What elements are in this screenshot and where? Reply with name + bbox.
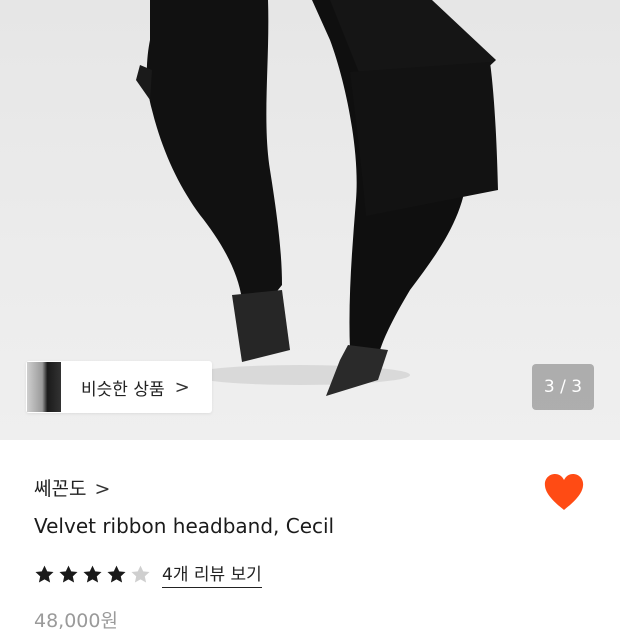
similar-product-thumbnail	[27, 362, 61, 412]
star-icon	[107, 565, 126, 583]
heart-icon[interactable]	[542, 471, 586, 513]
product-title: Velvet ribbon headband, Cecil	[34, 514, 335, 538]
brand-link[interactable]: 쎄꼰도 >	[34, 474, 110, 501]
star-icon	[131, 565, 150, 583]
reviews-link[interactable]: 4개 리뷰 보기	[162, 560, 262, 588]
star-icon	[59, 565, 78, 583]
rating-row: 4개 리뷰 보기	[34, 560, 262, 588]
product-image-carousel[interactable]: 비슷한 상품 > 3 / 3	[0, 0, 620, 440]
similar-products-button[interactable]: 비슷한 상품 >	[26, 361, 212, 413]
chevron-right-icon: >	[174, 376, 190, 398]
brand-name: 쎄꼰도	[34, 478, 87, 500]
similar-products-label: 비슷한 상품	[81, 379, 165, 400]
image-counter: 3 / 3	[532, 364, 594, 410]
star-icon	[35, 565, 54, 583]
rating-stars	[34, 564, 154, 585]
chevron-right-icon: >	[94, 478, 111, 500]
star-icon	[83, 565, 102, 583]
